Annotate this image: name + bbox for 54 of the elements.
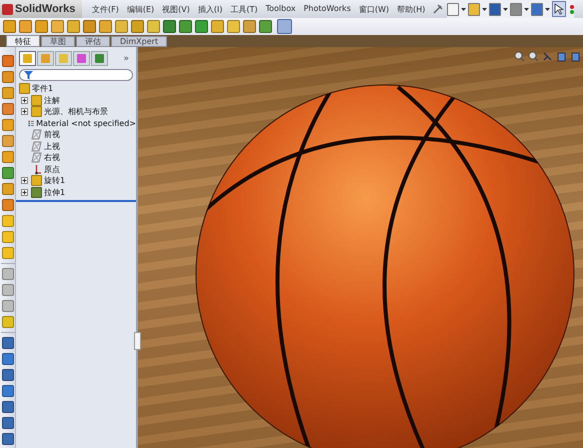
filter-field[interactable] <box>19 69 133 81</box>
view-tool-icon[interactable] <box>570 51 581 62</box>
pin-icon[interactable] <box>432 3 444 15</box>
expander-icon[interactable] <box>21 108 28 116</box>
expander-icon[interactable] <box>21 177 28 184</box>
dropdown-arrow-icon[interactable] <box>502 8 510 10</box>
splitter-handle[interactable] <box>134 332 141 350</box>
panel-tab[interactable] <box>91 51 108 66</box>
view-tool-icon[interactable] <box>542 51 553 62</box>
dropdown-arrow-icon[interactable] <box>460 8 468 10</box>
plane-icon <box>31 140 42 152</box>
traffic-light-icon[interactable] <box>570 4 574 14</box>
command-tab[interactable]: 评估 <box>76 36 110 47</box>
menu-item[interactable]: 视图(V) <box>158 4 194 14</box>
tree-item[interactable]: 拉伸1 <box>44 186 66 198</box>
command-tab[interactable]: 特征 <box>6 35 40 47</box>
tree-item[interactable]: 旋转1 <box>44 175 66 186</box>
menu-item[interactable]: 窗口(W) <box>354 4 394 14</box>
tree-item[interactable]: 零件1 <box>32 83 54 94</box>
tree-item[interactable]: 前视 <box>44 129 60 140</box>
tree-item[interactable]: Material <not specified> <box>36 118 136 128</box>
tree-item[interactable]: 光源、相机与布景 <box>44 106 108 118</box>
menu-item[interactable]: Toolbox <box>262 4 300 14</box>
dropdown-arrow-icon[interactable] <box>523 8 530 10</box>
app-name: SolidWorks <box>15 3 76 15</box>
menu-item[interactable]: PhotoWorks <box>300 4 355 14</box>
tree-item[interactable]: 右视 <box>44 152 60 164</box>
command-tab[interactable]: DimXpert <box>111 36 168 47</box>
graphics-area[interactable] <box>138 47 583 448</box>
tree-item[interactable]: 上视 <box>44 140 60 152</box>
view-tool-icon[interactable] <box>556 51 567 62</box>
panel-tab[interactable] <box>19 51 36 66</box>
view-tool-icon[interactable] <box>514 51 525 62</box>
plane-icon <box>31 152 42 164</box>
select-tool-button[interactable] <box>552 1 566 17</box>
logo-icon <box>2 4 13 14</box>
funnel-icon <box>24 70 33 80</box>
command-tab[interactable]: 草图 <box>41 36 75 47</box>
dropdown-arrow-icon[interactable] <box>481 8 488 10</box>
menu-item[interactable]: 文件(F) <box>88 4 123 14</box>
menu-item[interactable]: 帮助(H) <box>393 4 430 14</box>
dropdown-arrow-icon[interactable] <box>544 8 552 10</box>
menu-item[interactable]: 插入(I) <box>194 4 226 14</box>
expander-icon[interactable] <box>21 96 28 104</box>
material-icon <box>28 118 34 129</box>
plane-icon <box>31 129 42 140</box>
panel-tab[interactable] <box>73 51 90 66</box>
view-tool-icon[interactable] <box>528 51 539 62</box>
more-tabs-button[interactable]: » <box>123 54 133 64</box>
tree-item[interactable]: 注解 <box>44 94 60 106</box>
expander-icon[interactable] <box>21 188 28 196</box>
menu-item[interactable]: 工具(T) <box>226 4 262 14</box>
tree-item[interactable]: 原点 <box>44 164 60 175</box>
menu-item[interactable]: 编辑(E) <box>122 4 158 14</box>
